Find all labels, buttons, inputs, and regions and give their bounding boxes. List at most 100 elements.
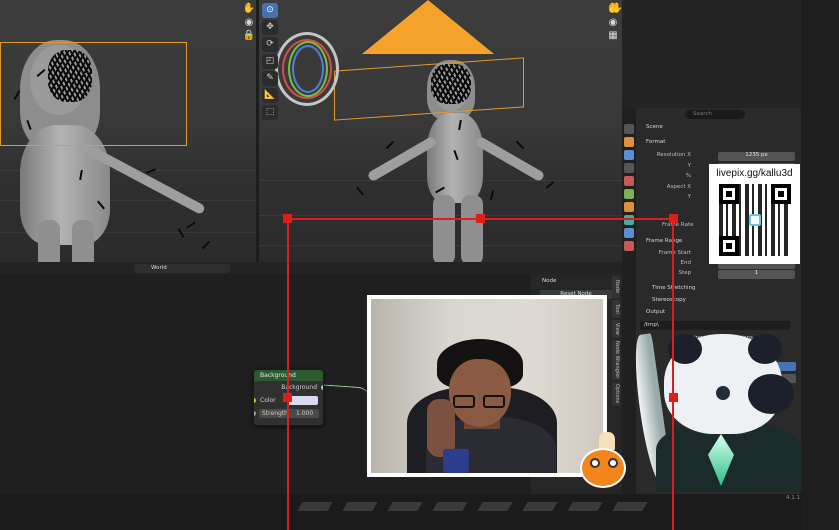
resolution-x-label: Resolution X [656,152,691,158]
timeline-stripe [342,502,378,511]
resolution-percent-label: % [685,173,691,179]
timeline-stripe [612,502,648,511]
frame-step-field[interactable]: 1 [718,270,795,279]
timeline-stripe [297,502,333,511]
strength-input-socket[interactable] [254,411,256,416]
person-face [449,359,511,427]
sidebar-tab-node-wrangler[interactable]: Node Wrangler [612,340,620,380]
guide-line-right [672,218,674,530]
aspect-x-label: Aspect X [666,184,691,190]
hand-icon[interactable]: ✋ [610,2,624,16]
timeline-stripe [387,502,423,511]
color-swatch[interactable] [288,396,318,405]
viewport-left[interactable]: ✋ ◉ 🔒 [0,0,256,262]
object-tab-icon[interactable] [624,202,634,212]
strength-value[interactable]: 1.000 [296,410,313,417]
resolution-x-field[interactable]: 1235 px [718,152,795,161]
sidebar-tab-tool[interactable]: Tool [612,300,620,318]
node-editor-header: World [0,262,622,274]
panda-ear [748,334,782,364]
output-tab-icon[interactable] [624,150,634,160]
resolution-x-row[interactable]: Resolution X 1235 px [638,152,795,162]
constraint-tab-icon[interactable] [624,228,634,238]
character-leg [461,195,483,262]
data-tab-icon[interactable] [624,241,634,251]
frame-start-label: Frame Start [658,250,691,256]
view-layer-tab-icon[interactable] [624,163,634,173]
timeline-stripe [567,502,603,511]
camera-icon[interactable]: ◉ [606,16,620,30]
guide-handle[interactable] [283,393,292,402]
node-panel-header[interactable]: Node [542,278,556,284]
grid-icon[interactable]: ▦ [606,29,620,43]
color-input-socket[interactable] [254,398,256,403]
webcam-overlay [367,295,607,477]
character-arm [474,135,546,183]
webcam-feed [371,299,603,473]
rotate-icon[interactable]: ⟳ [262,37,278,52]
gizmo-z-ring[interactable] [292,45,324,93]
frame-end-label: End [680,260,691,266]
hand-icon[interactable]: ✋ [242,2,256,16]
panda-warrior-overlay [629,326,808,492]
aspect-y-label: Y [687,194,691,200]
render-tab-icon[interactable] [624,137,634,147]
camera-up-triangle [362,0,494,54]
panda-eyepatch [748,374,794,414]
guide-handle[interactable] [669,393,678,402]
transform-icon[interactable]: ⬚ [262,105,278,120]
outliner-area: ✋ [611,0,801,108]
frame-step-row[interactable]: Step 1 [638,270,795,280]
guide-handle[interactable] [283,214,292,223]
annotate-icon[interactable]: ✎ [262,71,278,86]
qr-finder [719,236,739,256]
character-leg [38,220,60,262]
character-leg [433,195,455,262]
rotate-gizmo[interactable] [275,32,339,106]
timeline[interactable] [0,494,801,530]
sidebar-tab-node[interactable]: Node [612,276,620,298]
timeline-stripe [522,502,558,511]
panda-eye [716,386,730,400]
guide-handle[interactable] [476,214,485,223]
frame-range-header[interactable]: Frame Range [646,238,682,244]
world-tab-icon[interactable] [624,189,634,199]
scale-icon[interactable]: ◰ [262,54,278,69]
tool-tab-icon[interactable] [624,124,634,134]
scene-tab-icon[interactable] [624,176,634,186]
version-label: 4.1.1 [786,495,800,501]
sidebar-tab-view[interactable]: View [612,320,620,338]
lock-icon[interactable]: 🔒 [242,29,256,43]
qr-caption: livepix.gg/kallu3d [716,168,793,179]
guide-handle[interactable] [669,214,678,223]
glasses [453,395,509,409]
strength-label: Strength [262,410,288,417]
cursor-icon[interactable]: ⊙ [262,3,278,18]
world-selector[interactable]: World [135,264,230,273]
timeline-stripe [432,502,468,511]
output-header[interactable]: Output [646,309,665,315]
color-label: Color [260,397,276,404]
format-header[interactable]: Format [646,139,665,145]
scene-label: Scene [646,124,663,130]
sidebar-tab-options[interactable]: Options [612,382,620,406]
stereoscopy-panel[interactable]: Stereoscopy [652,297,686,303]
qr-logo [749,214,761,226]
output-socket[interactable] [321,385,323,390]
selection-outline [0,42,187,146]
panda-head [664,334,794,434]
move-icon[interactable]: ✥ [262,20,278,35]
properties-search[interactable]: Search [685,110,745,119]
qr-finder [771,184,791,204]
measure-icon[interactable]: 📐 [262,88,278,103]
guide-line-left [287,218,289,530]
camera-icon[interactable]: ◉ [242,16,256,30]
physics-tab-icon[interactable] [624,215,634,225]
donation-qr-overlay: livepix.gg/kallu3d [709,164,800,264]
character-leg [72,220,94,262]
character-torso [427,113,483,203]
resolution-y-label: Y [687,163,691,169]
drink-can [443,449,469,473]
tool-shelf: ⊙ ✥ ⟳ ◰ ✎ 📐 ⬚ [262,3,278,122]
timeline-stripe [477,502,513,511]
